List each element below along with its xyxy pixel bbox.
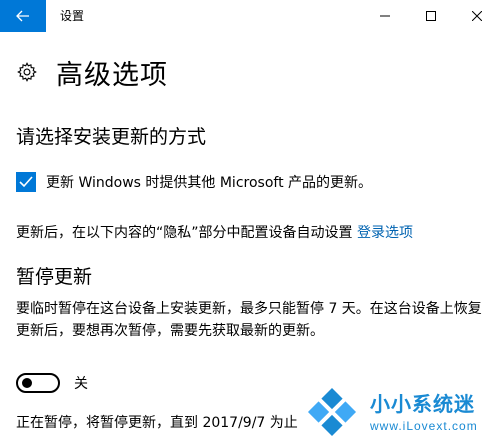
arrow-left-icon bbox=[16, 10, 29, 22]
other-products-checkbox[interactable] bbox=[16, 172, 36, 192]
window-title: 设置 bbox=[60, 9, 85, 23]
checkmark-icon bbox=[19, 176, 33, 188]
windows-logo-icon bbox=[307, 387, 357, 436]
maximize-icon bbox=[426, 11, 436, 21]
watermark-text: 小小系统迷 www.iLovext.com bbox=[370, 388, 478, 433]
site-watermark: 小小系统迷 www.iLovext.com bbox=[304, 380, 500, 443]
pause-updates-toggle[interactable] bbox=[16, 373, 60, 393]
pause-updates-toggle-row[interactable]: 关 bbox=[16, 373, 88, 393]
other-products-checkbox-label[interactable]: 更新 Windows 时提供其他 Microsoft 产品的更新。 bbox=[46, 172, 372, 192]
close-button[interactable] bbox=[454, 0, 500, 32]
install-method-heading: 请选择安装更新的方式 bbox=[16, 126, 207, 148]
watermark-url: www.iLovext.com bbox=[370, 419, 478, 433]
close-icon bbox=[472, 11, 482, 21]
pause-updates-description: 要临时暂停在这台设备上安装更新，最多只能暂停 7 天。在这台设备上恢复更新后，要… bbox=[16, 301, 482, 339]
pause-updates-heading: 暂停更新 bbox=[16, 266, 93, 288]
sign-in-options-link[interactable]: 登录选项 bbox=[357, 225, 413, 241]
minimize-icon bbox=[380, 15, 390, 17]
privacy-note-text: 更新后，在以下内容的“隐私”部分中配置设备自动设置 bbox=[16, 225, 357, 241]
title-bar: 设置 bbox=[0, 0, 500, 32]
pause-updates-toggle-label: 关 bbox=[74, 376, 88, 392]
page-title: 高级选项 bbox=[56, 59, 168, 91]
toggle-knob bbox=[22, 378, 32, 388]
other-products-checkbox-row[interactable]: 更新 Windows 时提供其他 Microsoft 产品的更新。 bbox=[16, 172, 372, 192]
watermark-title: 小小系统迷 bbox=[370, 392, 475, 416]
back-button[interactable] bbox=[0, 0, 46, 32]
minimize-button[interactable] bbox=[362, 0, 408, 32]
page-header: 高级选项 bbox=[16, 54, 168, 91]
privacy-note: 更新后，在以下内容的“隐私”部分中配置设备自动设置 登录选项 bbox=[16, 222, 486, 244]
maximize-button[interactable] bbox=[408, 0, 454, 32]
gear-icon bbox=[17, 62, 37, 82]
